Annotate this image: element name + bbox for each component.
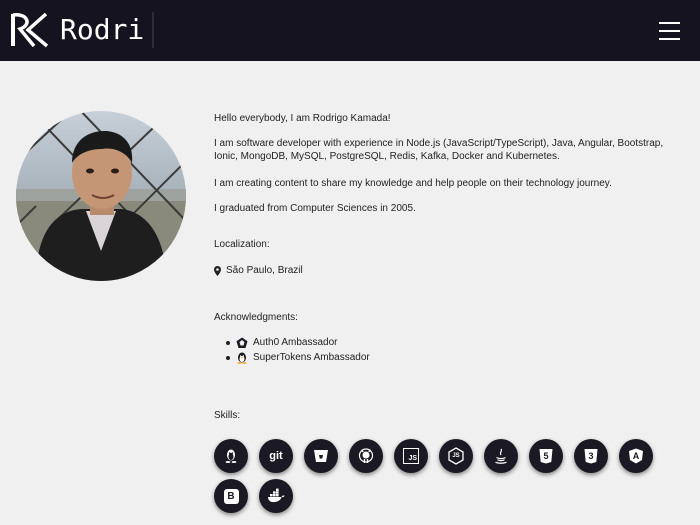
bootstrap-label: B xyxy=(227,490,235,502)
skill-linux[interactable] xyxy=(214,439,248,473)
bitbucket-icon xyxy=(314,450,328,462)
skill-html5[interactable]: 5 xyxy=(529,439,563,473)
localization-title: Localization: xyxy=(214,239,270,250)
supertokens-icon xyxy=(237,352,247,364)
skill-bitbucket[interactable] xyxy=(304,439,338,473)
brand-name: Rodri xyxy=(60,12,155,48)
navbar: Rodri xyxy=(0,0,700,61)
ack-label: Auth0 Ambassador xyxy=(253,337,338,348)
skills-title: Skills: xyxy=(214,410,241,421)
list-item: SuperTokens Ambassador xyxy=(226,350,370,365)
skill-java[interactable] xyxy=(484,439,518,473)
location-line: São Paulo, Brazil xyxy=(214,264,303,277)
angular-label: A xyxy=(632,451,640,461)
bootstrap-icon: B xyxy=(223,488,239,504)
map-marker-icon xyxy=(214,265,221,276)
github-icon xyxy=(358,448,374,463)
angular-icon: A xyxy=(628,448,644,464)
nodejs-icon: JS xyxy=(447,447,465,465)
content-text: I am creating content to share my knowle… xyxy=(214,178,612,189)
graduation-text: I graduated from Computer Sciences in 20… xyxy=(214,203,416,214)
list-item: Auth0 Ambassador xyxy=(226,335,370,350)
css3-label: 3 xyxy=(588,451,594,461)
javascript-icon: JS xyxy=(403,448,419,464)
docker-icon xyxy=(268,488,285,503)
ack-label: SuperTokens Ambassador xyxy=(253,352,370,363)
html5-label: 5 xyxy=(543,451,549,461)
auth0-icon xyxy=(236,337,248,348)
skill-css3[interactable]: 3 xyxy=(574,439,608,473)
css3-icon: 3 xyxy=(583,448,599,464)
skill-nodejs[interactable]: JS xyxy=(439,439,473,473)
skill-docker[interactable] xyxy=(259,479,293,513)
nodejs-label: JS xyxy=(452,453,460,459)
hamburger-icon[interactable] xyxy=(659,22,680,40)
profile-photo xyxy=(16,111,186,281)
location-city: São Paulo, Brazil xyxy=(226,265,303,276)
html5-icon: 5 xyxy=(538,448,554,464)
acknowledgments-title: Acknowledgments: xyxy=(214,312,298,323)
skill-javascript[interactable]: JS xyxy=(394,439,428,473)
skill-git[interactable]: git xyxy=(259,439,293,473)
skill-bootstrap[interactable]: B xyxy=(214,479,248,513)
rk-logo-icon xyxy=(11,12,49,48)
linux-icon xyxy=(225,449,237,463)
brand-link[interactable]: Rodri xyxy=(10,11,155,49)
skill-github[interactable] xyxy=(349,439,383,473)
skill-angular[interactable]: A xyxy=(619,439,653,473)
git-icon: git xyxy=(269,450,283,462)
java-icon xyxy=(495,448,507,464)
javascript-label: JS xyxy=(408,455,417,462)
intro-text: Hello everybody, I am Rodrigo Kamada! xyxy=(214,113,391,124)
experience-text: I am software developer with experience … xyxy=(214,138,664,162)
acknowledgments-list: Auth0 Ambassador SuperTokens Ambassador xyxy=(226,335,370,365)
